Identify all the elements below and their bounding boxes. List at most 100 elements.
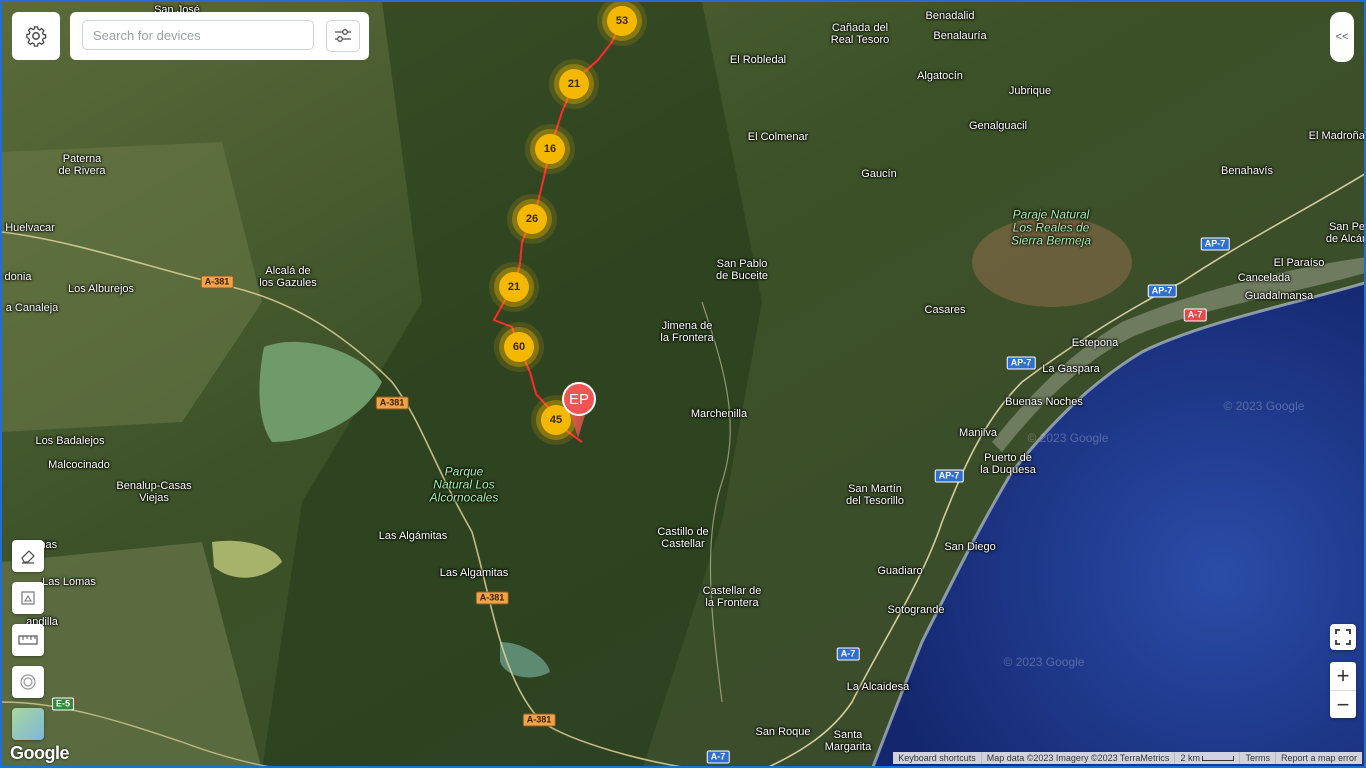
place-label: Sotogrande xyxy=(887,604,945,616)
place-label: Marchenilla xyxy=(690,408,748,420)
locate-button[interactable] xyxy=(12,666,44,698)
place-label: Los Badalejos xyxy=(35,435,105,447)
road-shield: AP-7 xyxy=(1200,237,1230,251)
fullscreen-button[interactable] xyxy=(1330,624,1356,650)
place-label: Benalauría xyxy=(933,30,987,42)
place-label: Jubrique xyxy=(1008,85,1052,97)
settings-button[interactable] xyxy=(12,12,60,60)
device-marker-ep[interactable]: EP xyxy=(562,382,596,416)
imagery-watermark: © 2023 Google xyxy=(1027,431,1109,445)
road-shield: A-7 xyxy=(1183,308,1207,322)
imagery-watermark: © 2023 Google xyxy=(1003,655,1085,669)
place-label: Las Lomas xyxy=(42,576,96,588)
road-shield: AP-7 xyxy=(1006,356,1036,370)
place-label: Jimena de la Frontera xyxy=(660,320,714,344)
place-label: Benahavís xyxy=(1221,165,1273,177)
map-canvas[interactable]: San José Benadalid Cañada del Real Tesoro B… xyxy=(0,0,1366,768)
scale-line xyxy=(1202,756,1235,762)
place-label: Santa Margarita xyxy=(824,729,872,753)
report-error-link[interactable]: Report a map error xyxy=(1274,752,1362,764)
gear-icon xyxy=(26,26,47,47)
place-label: Huelvacar xyxy=(5,222,55,234)
collapse-panel-button[interactable]: << xyxy=(1330,12,1354,62)
place-label: Puerto de la Duquesa xyxy=(980,452,1036,476)
google-logo: Google xyxy=(10,743,70,763)
place-label: Castillo de Castellar xyxy=(657,526,709,550)
place-label: Cancelada xyxy=(1237,272,1291,284)
road-shield: A-381 xyxy=(475,591,509,605)
device-cluster[interactable]: 21 xyxy=(559,69,589,99)
place-label: Las Algamitas xyxy=(439,567,509,579)
device-cluster[interactable]: 21 xyxy=(499,272,529,302)
place-label: Benalup-Casas Viejas xyxy=(116,480,192,504)
device-cluster[interactable]: 53 xyxy=(607,6,637,36)
road-shield: E-5 xyxy=(51,697,75,711)
road-shield: AP-7 xyxy=(1147,284,1177,298)
scale-label: 2 km xyxy=(1180,753,1200,763)
place-label: La Gaspara xyxy=(1042,363,1100,375)
road-shield: A-381 xyxy=(200,275,234,289)
measure-button[interactable] xyxy=(12,624,44,656)
place-label: a Canaleja xyxy=(5,302,59,314)
road-shield: A-7 xyxy=(706,750,730,764)
satellite-imagery xyxy=(2,2,1364,766)
place-label: Guadiaro xyxy=(877,565,923,577)
map-data-text: Map data ©2023 Imagery ©2023 TerraMetric… xyxy=(980,752,1175,764)
place-label: Alcalá de los Gazules xyxy=(259,265,317,289)
zoom-out-button[interactable]: − xyxy=(1330,691,1356,718)
park-label: Parque Natural Los Alcornocales xyxy=(429,464,499,505)
imagery-watermark: © 2023 Google xyxy=(1223,399,1305,413)
place-label: donia xyxy=(4,271,32,283)
place-label: San Pe de Alcán xyxy=(1325,221,1366,245)
sliders-icon xyxy=(335,29,351,42)
filter-button[interactable] xyxy=(326,20,360,52)
place-label: Manilva xyxy=(959,427,997,439)
place-label: Algatocín xyxy=(917,70,963,82)
place-label: Guadalmansa xyxy=(1244,290,1314,302)
keyboard-shortcuts-link[interactable]: Keyboard shortcuts xyxy=(893,752,981,764)
search-input[interactable] xyxy=(82,20,314,50)
ruler-icon xyxy=(18,635,38,645)
place-label: Gaucín xyxy=(861,168,897,180)
attribution-bar: Keyboard shortcuts Map data ©2023 Imager… xyxy=(893,752,1362,764)
place-label: El Madroñal xyxy=(1308,130,1366,142)
place-label: Buenas Noches xyxy=(1005,396,1083,408)
place-label: Castellar de la Frontera xyxy=(702,585,762,609)
place-label: El Paraíso xyxy=(1273,257,1325,269)
zoom-extent-icon xyxy=(21,591,35,605)
device-cluster[interactable]: 26 xyxy=(517,204,547,234)
eraser-button[interactable] xyxy=(12,540,44,572)
terms-link[interactable]: Terms xyxy=(1239,752,1275,764)
place-label: Cañada del Real Tesoro xyxy=(830,22,890,46)
place-label: La Alcaidesa xyxy=(846,681,910,693)
place-label: Malcocinado xyxy=(48,459,110,471)
scale-bar[interactable]: 2 km xyxy=(1174,752,1239,764)
place-label: Las Algámitas xyxy=(378,530,448,542)
place-label: San Pablo de Buceite xyxy=(716,258,768,282)
place-label: El Robledal xyxy=(729,54,787,66)
place-label: El Colmenar xyxy=(747,131,809,143)
place-label: San Roque xyxy=(755,726,811,738)
zoom-in-button[interactable]: + xyxy=(1330,662,1356,691)
search-panel xyxy=(70,12,369,60)
map-type-thumbnail[interactable] xyxy=(12,708,44,740)
place-label: Estepona xyxy=(1071,337,1119,349)
road-shield: AP-7 xyxy=(934,469,964,483)
road-shield: A-7 xyxy=(836,647,860,661)
zoom-control: + − xyxy=(1330,662,1356,718)
place-label: Benadalid xyxy=(925,10,975,22)
road-shield: A-381 xyxy=(522,713,556,727)
place-label: San Diego xyxy=(944,541,996,553)
top-toolbar xyxy=(12,12,369,60)
place-label: Genalguacil xyxy=(968,120,1028,132)
target-icon xyxy=(20,674,36,690)
place-label: San Martín del Tesorillo xyxy=(846,483,904,507)
park-label: Paraje Natural Los Reales de Sierra Berm… xyxy=(1010,207,1092,248)
place-label: Paterna de Rivera xyxy=(58,153,106,177)
zoom-extent-button[interactable] xyxy=(12,582,44,614)
device-cluster[interactable]: 60 xyxy=(504,332,534,362)
device-cluster[interactable]: 16 xyxy=(535,134,565,164)
eraser-icon xyxy=(21,550,35,564)
place-label: Casares xyxy=(924,304,966,316)
place-label: Los Alburejos xyxy=(67,283,135,295)
